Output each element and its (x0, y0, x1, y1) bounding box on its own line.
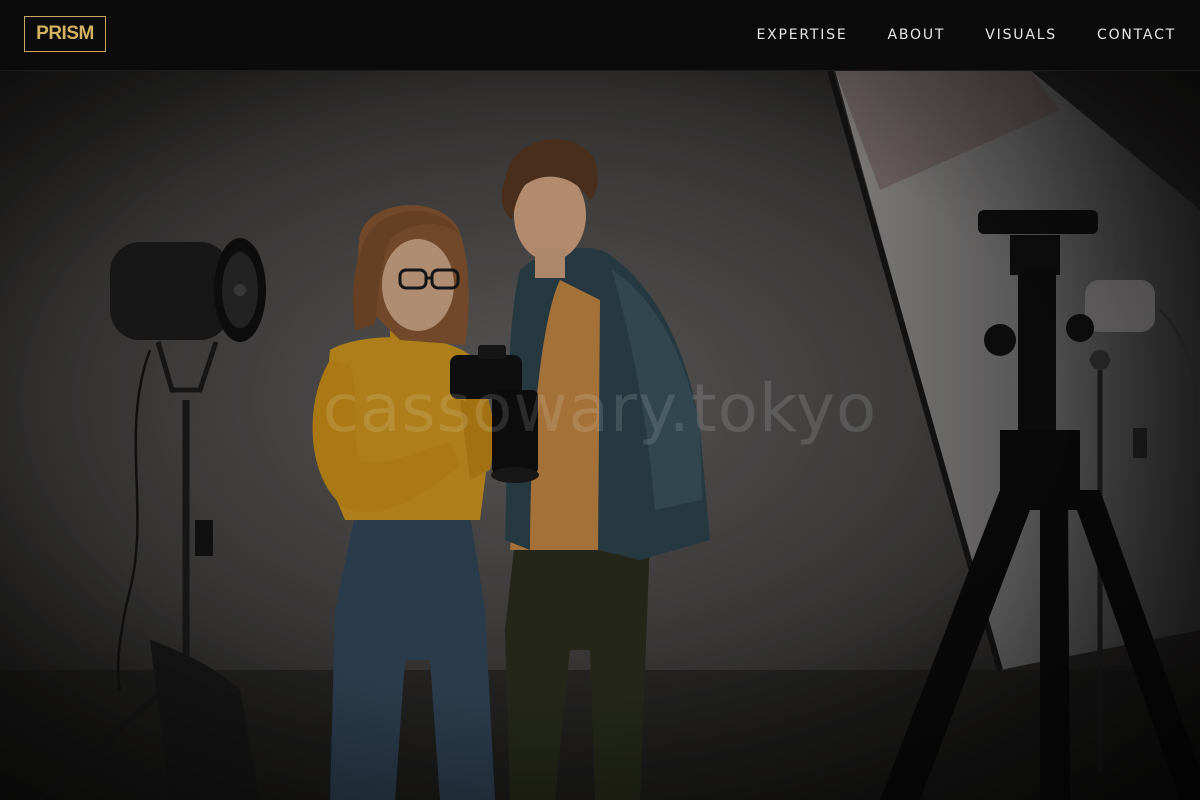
main-nav: EXPERTISE ABOUT VISUALS CONTACT (756, 0, 1176, 70)
hero-section: cassowary.tokyo (0, 70, 1200, 800)
hero-photo (0, 70, 1200, 800)
nav-link-visuals[interactable]: VISUALS (985, 27, 1057, 43)
nav-link-about[interactable]: ABOUT (888, 27, 946, 43)
logo[interactable]: PRISM (24, 16, 106, 52)
site-header: PRISM EXPERTISE ABOUT VISUALS CONTACT (0, 0, 1200, 71)
nav-link-expertise[interactable]: EXPERTISE (756, 27, 847, 43)
nav-link-contact[interactable]: CONTACT (1097, 27, 1176, 43)
page: PRISM EXPERTISE ABOUT VISUALS CONTACT (0, 0, 1200, 800)
